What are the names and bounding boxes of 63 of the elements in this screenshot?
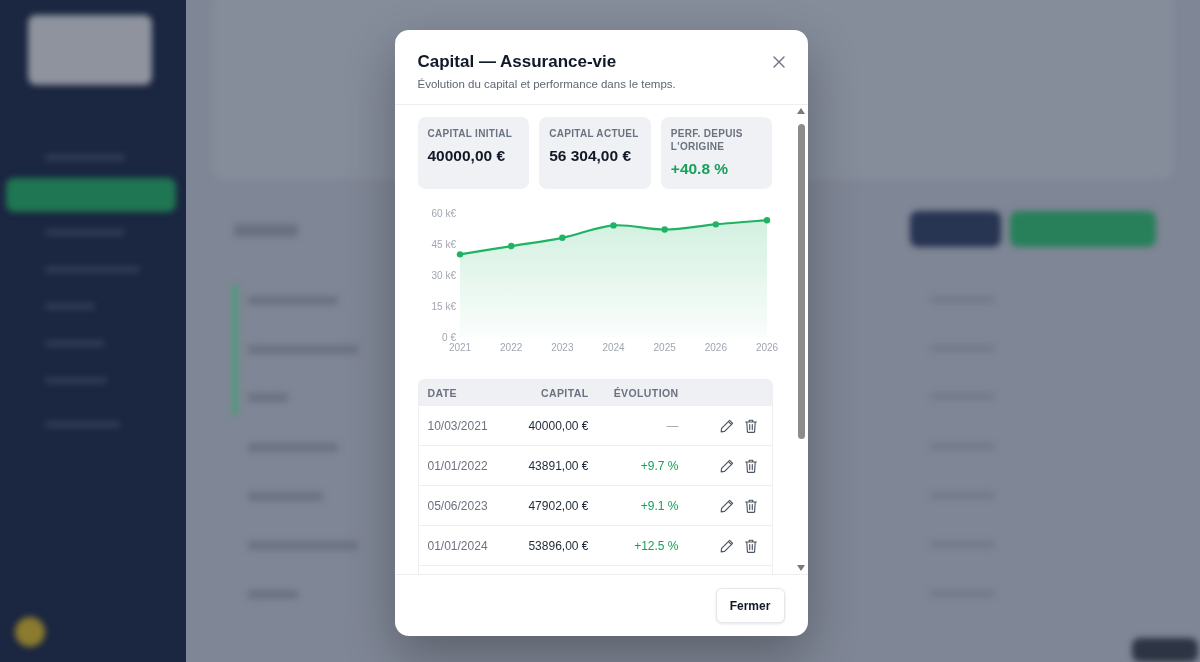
pencil-icon [719,538,734,553]
delete-button[interactable] [744,458,757,473]
data-point [609,222,617,229]
stat-label: CAPITAL ACTUEL [549,127,640,140]
evolution-cell-text: +12.5 % [633,538,679,553]
x-axis-label: 2026 [704,342,727,353]
stat-label: CAPITAL INITIAL [427,127,514,140]
data-point [763,217,770,224]
pencil-icon [719,418,734,433]
column-header: CAPITAL [539,386,589,399]
close-dialog-button[interactable]: Fermer [715,588,785,623]
edit-button[interactable] [719,418,734,433]
date-cell-text: 01/01/2022 [426,458,489,473]
scroll-down-icon[interactable] [797,565,805,571]
x-axis-label: 2023 [550,342,573,353]
y-axis-label: 0 € [441,331,456,343]
evolution-cell-text: +9.7 % [639,458,679,473]
stat-label: PERF. DEPUIS L'ORIGINE [670,127,744,153]
column-header: ÉVOLUTION [612,386,679,399]
delete-button[interactable] [744,498,757,513]
data-point [456,251,463,258]
y-axis-label: 60 k€ [431,207,456,219]
stat-value: +40.8 % [670,159,730,179]
delete-button[interactable] [744,418,757,433]
data-point [660,226,668,233]
pencil-icon [719,498,734,513]
edit-button[interactable] [719,458,734,473]
close-icon [772,56,785,68]
capital-cell-text: 47902,00 € [527,498,589,513]
pencil-icon [719,458,734,473]
column-header: DATE [426,386,458,399]
scroll-up-icon[interactable] [797,108,805,114]
x-axis-label: 2026 [755,342,778,353]
date-cell-text: 01/01/2024 [426,538,489,553]
trash-icon [744,538,757,553]
date-cell-text: 05/06/2023 [426,498,489,513]
evolution-cell-text: +9.1 % [639,498,679,513]
edit-button[interactable] [719,538,734,553]
x-axis-label: 2025 [653,342,676,353]
data-point [558,234,566,241]
x-axis-label: 2021 [448,342,471,353]
dialog-title: Capital — Assurance-vie [417,51,618,73]
trash-icon [744,418,757,433]
scrollbar-thumb[interactable] [797,124,805,439]
capital-cell-text: 53896,00 € [527,538,589,553]
delete-button[interactable] [744,538,757,553]
capital-cell-text: 43891,00 € [527,458,589,473]
trash-icon [744,498,757,513]
dialog-subtitle: Évolution du capital et performance dans le temps. [417,77,676,92]
data-point [712,221,719,228]
y-axis-label: 30 k€ [431,269,456,281]
date-cell-text: 10/03/2021 [426,418,489,433]
stat-value: 40000,00 € [427,146,507,166]
y-axis-label: 45 k€ [431,238,456,250]
y-axis-label: 15 k€ [431,300,456,312]
trash-icon [744,458,757,473]
evolution-cell-text: — [665,418,679,433]
x-axis-label: 2022 [499,342,522,353]
edit-button[interactable] [719,498,734,513]
x-axis-label: 2024 [601,342,625,353]
data-point [507,242,514,250]
stat-value: 56 304,00 € [549,146,633,166]
capital-cell-text: 40000,00 € [527,418,589,433]
